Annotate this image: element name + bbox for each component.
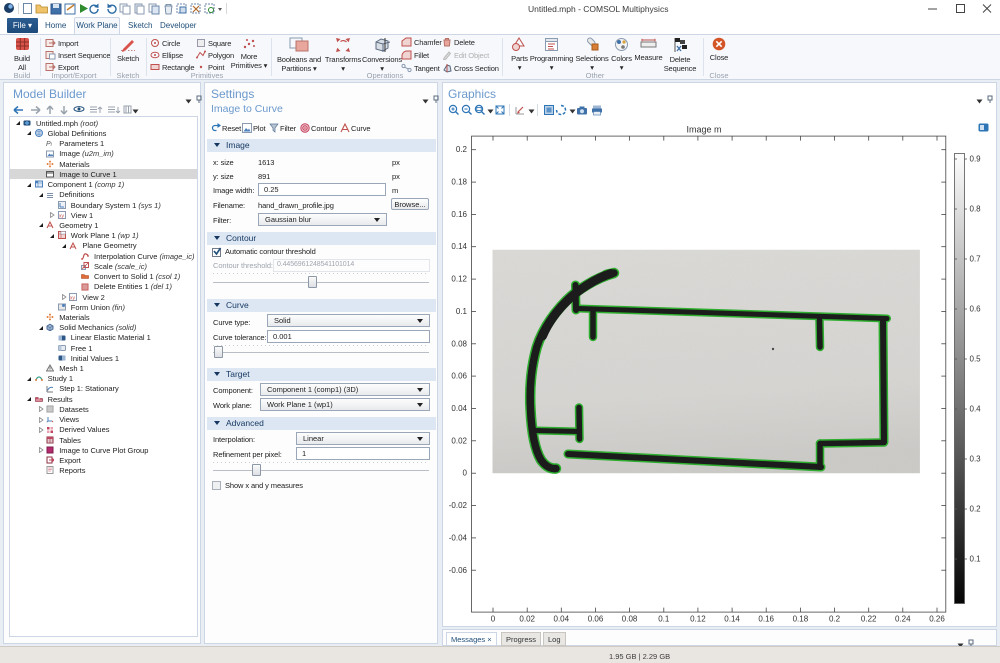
svg-text:0.1: 0.1: [456, 307, 468, 316]
svg-text:0.1: 0.1: [658, 615, 670, 624]
svg-text:0: 0: [491, 615, 496, 624]
svg-text:0.24: 0.24: [895, 615, 911, 624]
svg-text:0.7: 0.7: [970, 255, 982, 264]
svg-text:0.18: 0.18: [793, 615, 809, 624]
svg-text:0.5: 0.5: [970, 355, 982, 364]
svg-text:0.18: 0.18: [451, 178, 467, 187]
svg-text:-0.06: -0.06: [449, 566, 468, 575]
svg-text:0.26: 0.26: [929, 615, 945, 624]
svg-text:0.2: 0.2: [970, 505, 982, 514]
svg-text:0.02: 0.02: [451, 436, 467, 445]
svg-text:0.4: 0.4: [970, 405, 982, 414]
svg-text:0.3: 0.3: [970, 455, 982, 464]
svg-text:0.08: 0.08: [451, 339, 467, 348]
svg-text:Image m: Image m: [686, 125, 721, 135]
svg-text:-0.04: -0.04: [449, 533, 468, 542]
svg-text:0.2: 0.2: [456, 145, 468, 154]
svg-text:xy: xy: [59, 213, 65, 219]
svg-text:0.1: 0.1: [970, 555, 982, 564]
svg-text:0.08: 0.08: [622, 615, 638, 624]
svg-text:xy: xy: [70, 295, 76, 301]
svg-text:0.06: 0.06: [451, 372, 467, 381]
svg-text:0.12: 0.12: [690, 615, 706, 624]
svg-text:0.8: 0.8: [970, 205, 982, 214]
svg-text:0.9: 0.9: [970, 155, 982, 164]
svg-text:0.06: 0.06: [588, 615, 604, 624]
svg-text:0.6: 0.6: [970, 305, 982, 314]
svg-text:0.22: 0.22: [861, 615, 877, 624]
svg-text:0.14: 0.14: [724, 615, 740, 624]
svg-text:Pi: Pi: [46, 141, 53, 147]
svg-text:0.14: 0.14: [451, 242, 467, 251]
svg-text:0.12: 0.12: [451, 275, 467, 284]
svg-text:0.16: 0.16: [758, 615, 774, 624]
svg-text:0: 0: [463, 469, 468, 478]
svg-text:-0.02: -0.02: [449, 501, 468, 510]
svg-text:0.04: 0.04: [554, 615, 570, 624]
svg-text:0.16: 0.16: [451, 210, 467, 219]
svg-text:0.04: 0.04: [451, 404, 467, 413]
svg-text:0.2: 0.2: [829, 615, 841, 624]
svg-text:0.02: 0.02: [519, 615, 535, 624]
